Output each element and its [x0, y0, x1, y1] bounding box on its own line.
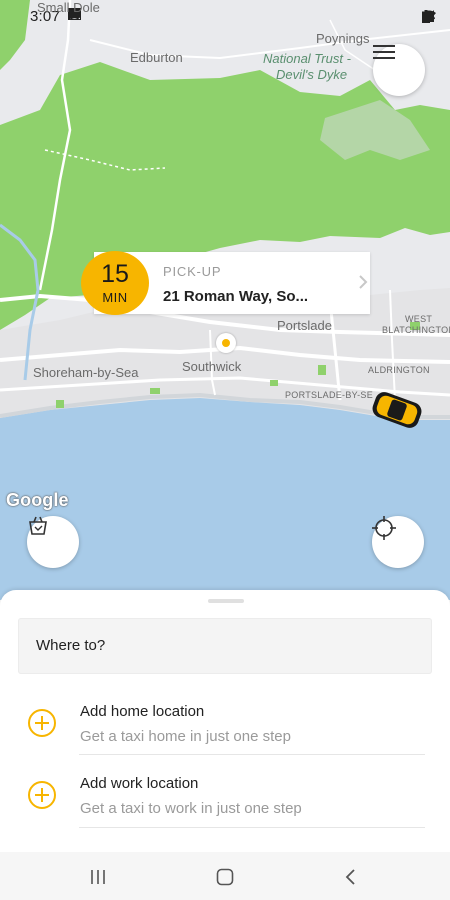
- map-label-blatchington: BLATCHINGTON: [382, 325, 450, 335]
- map-label-edburton: Edburton: [130, 50, 183, 65]
- crosshair-icon: [372, 516, 396, 540]
- eta-unit: MIN: [102, 290, 128, 305]
- map-label-national-trust: National Trust -: [263, 51, 351, 66]
- map-label-west: WEST: [405, 314, 433, 324]
- add-work-location-item[interactable]: Add work location Get a taxi to work in …: [0, 758, 450, 830]
- pickup-pin-marker[interactable]: [216, 333, 236, 353]
- back-button[interactable]: [337, 864, 363, 890]
- where-to-input[interactable]: Where to?: [18, 618, 432, 674]
- add-circle-icon: [28, 781, 56, 809]
- map-label-shoreham: Shoreham-by-Sea: [33, 365, 139, 380]
- eta-value: 15: [101, 260, 129, 288]
- recents-icon: [91, 870, 105, 884]
- battery-icon: [422, 10, 430, 23]
- shopping-basket-icon: [29, 516, 47, 535]
- hamburger-menu-icon: [373, 45, 395, 59]
- add-home-location-item[interactable]: Add home location Get a taxi home in jus…: [0, 686, 450, 758]
- pickup-label: PICK-UP: [163, 264, 222, 279]
- divider: [79, 827, 425, 828]
- map-label-small-dole: Small Dole: [37, 0, 100, 15]
- shortcut-title: Add work location: [80, 775, 199, 792]
- map-label-portslade: Portslade: [277, 318, 332, 333]
- shortcut-title: Add home location: [80, 703, 205, 720]
- shortcut-subtitle: Get a taxi to work in just one step: [80, 800, 302, 817]
- recents-button[interactable]: [85, 864, 111, 890]
- back-icon: [345, 869, 355, 885]
- system-navigation-bar: [0, 852, 450, 900]
- shortcut-subtitle: Get a taxi home in just one step: [80, 728, 291, 745]
- pickup-address: 21 Roman Way, So...: [163, 288, 309, 305]
- home-button[interactable]: [212, 864, 238, 890]
- map-label-southwick: Southwick: [182, 359, 242, 374]
- bottom-sheet[interactable]: Where to? Add home location Get a taxi h…: [0, 590, 450, 852]
- menu-button[interactable]: [373, 44, 425, 96]
- map-label-devils-dyke: Devil's Dyke: [276, 67, 348, 82]
- divider: [79, 754, 425, 755]
- shopping-button[interactable]: [27, 516, 79, 568]
- drag-handle[interactable]: [208, 599, 244, 603]
- home-icon: [216, 868, 234, 886]
- add-circle-icon: [28, 709, 56, 737]
- map-view[interactable]: 3:07 Small Dole Edburton Poynings Nation…: [0, 0, 450, 600]
- locate-me-button[interactable]: [372, 516, 424, 568]
- google-attribution: Google: [6, 490, 69, 510]
- map-label-portslade-by-sea: PORTSLADE-BY-SE: [285, 390, 374, 400]
- eta-badge: 15 MIN: [81, 251, 149, 315]
- map-label-aldrington: ALDRINGTON: [368, 365, 430, 375]
- map-label-poynings: Poynings: [316, 31, 370, 46]
